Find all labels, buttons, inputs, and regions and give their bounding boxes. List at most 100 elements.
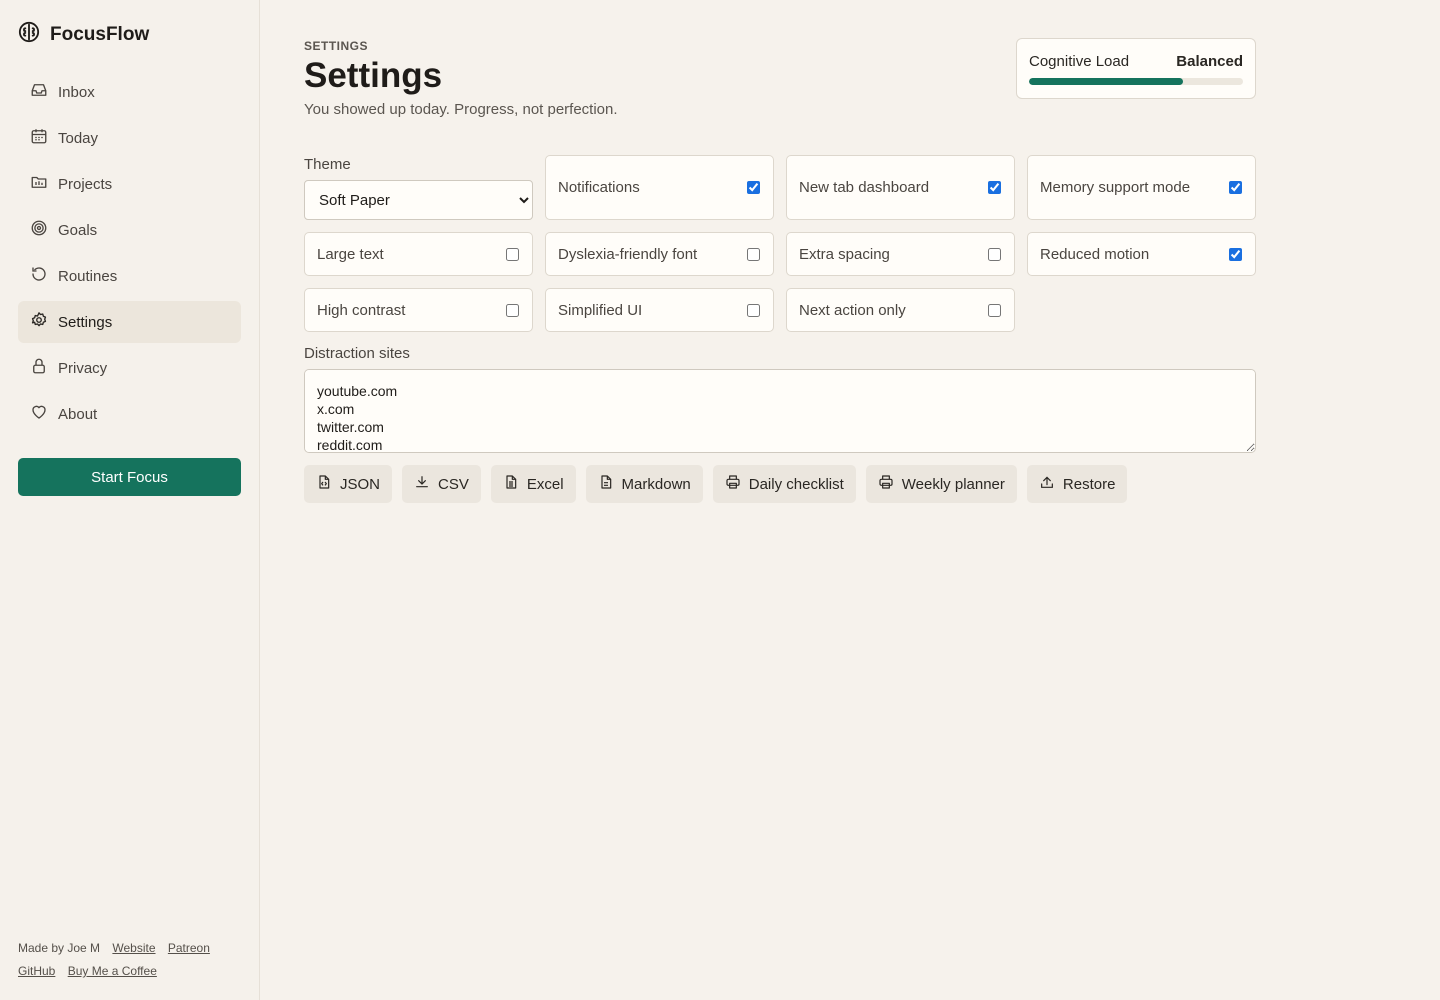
page-eyebrow: SETTINGS [304,39,369,53]
export-excel-button[interactable]: Excel [490,465,576,503]
printer-icon [878,474,894,494]
button-label: Weekly planner [901,475,1005,493]
brand[interactable]: FocusFlow [18,0,241,70]
sidebar-item-label: Routines [58,267,118,285]
option-label: Simplified UI [558,301,643,319]
next-action-only-checkbox[interactable] [988,303,1001,317]
distraction-sites-label: Distraction sites [304,345,410,362]
reduced-motion-checkbox[interactable] [1229,247,1242,261]
download-icon [414,474,430,494]
theme-label: Theme [304,156,351,173]
button-label: JSON [340,475,381,493]
button-label: Daily checklist [748,475,844,493]
sidebar-item-label: Today [58,129,99,147]
simplified-ui-option[interactable]: Simplified UI [545,288,774,332]
option-label: Next action only [799,301,906,319]
sidebar-item-privacy[interactable]: Privacy [18,347,241,389]
next-action-only-option[interactable]: Next action only [786,288,1015,332]
inbox-icon [30,81,48,103]
buy-me-a-coffee-link[interactable]: Buy Me a Coffee [68,964,157,978]
large-text-option[interactable]: Large text [304,232,533,276]
reduced-motion-option[interactable]: Reduced motion [1027,232,1256,276]
option-label: Dyslexia-friendly font [558,245,698,263]
memory-support-mode-option[interactable]: Memory support mode [1027,155,1256,220]
heart-icon [30,403,48,425]
option-label: Extra spacing [799,245,890,263]
sidebar-item-label: Projects [58,175,113,193]
option-label: Notifications [558,179,640,196]
app-name: FocusFlow [50,24,150,45]
high-contrast-checkbox[interactable] [506,303,519,317]
calendar-icon [30,127,48,149]
footer: Made by Joe M Website Patreon GitHub Buy… [18,937,243,983]
sidebar-item-label: Settings [58,313,113,331]
export-csv-button[interactable]: CSV [402,465,481,503]
sidebar-item-label: About [58,405,98,423]
option-label: High contrast [317,301,406,319]
gear-icon [30,311,48,333]
file-text-icon [598,474,614,494]
sidebar-item-today[interactable]: Today [18,117,241,159]
lock-icon [30,357,48,379]
memory-support-mode-checkbox[interactable] [1229,181,1242,194]
target-icon [30,219,48,241]
sidebar-item-about[interactable]: About [18,393,241,435]
option-label: New tab dashboard [799,179,930,196]
theme-select[interactable]: Soft Paper [304,180,533,220]
sidebar-item-goals[interactable]: Goals [18,209,241,251]
cognitive-load-card: Cognitive Load Balanced [1016,38,1256,99]
folder-icon [30,173,48,195]
button-label: Markdown [621,475,691,493]
option-label: Reduced motion [1040,245,1150,263]
restore-button[interactable]: Restore [1026,465,1128,503]
patreon-link[interactable]: Patreon [168,941,210,955]
simplified-ui-checkbox[interactable] [747,303,760,317]
cognitive-load-value: Balanced [1176,53,1243,70]
sidebar-item-projects[interactable]: Projects [18,163,241,205]
print-weekly-planner-button[interactable]: Weekly planner [865,465,1017,503]
sidebar-item-label: Privacy [58,359,108,377]
sidebar-item-label: Inbox [58,83,95,101]
new-tab-dashboard-option[interactable]: New tab dashboard [786,155,1015,220]
history-icon [30,265,48,287]
cognitive-load-bar [1029,78,1243,85]
export-json-button[interactable]: JSON [304,465,393,503]
option-label: Large text [317,245,384,263]
sidebar: FocusFlow Inbox Today Projects Goals Rou… [0,0,260,1000]
print-daily-checklist-button[interactable]: Daily checklist [712,465,856,503]
sidebar-item-settings[interactable]: Settings [18,301,241,343]
page-title: Settings [304,56,443,95]
github-link[interactable]: GitHub [18,964,55,978]
button-label: Restore [1062,475,1116,493]
option-label: Memory support mode [1040,179,1191,196]
distraction-sites-input[interactable] [304,369,1256,453]
start-focus-button[interactable]: Start Focus [18,458,241,496]
notifications-checkbox[interactable] [747,181,760,194]
sidebar-item-routines[interactable]: Routines [18,255,241,297]
high-contrast-option[interactable]: High contrast [304,288,533,332]
file-spreadsheet-icon [503,474,519,494]
button-label: CSV [438,475,469,493]
website-link[interactable]: Website [112,941,155,955]
sidebar-nav: Inbox Today Projects Goals Routines Sett… [18,71,241,435]
dyslexia-font-option[interactable]: Dyslexia-friendly font [545,232,774,276]
export-actions: JSON CSV Excel Markdown Daily checklist … [304,465,1128,503]
cognitive-load-label: Cognitive Load [1029,53,1130,70]
notifications-option[interactable]: Notifications [545,155,774,220]
cognitive-load-bar-fill [1029,78,1184,85]
brain-icon [18,21,40,49]
sidebar-item-inbox[interactable]: Inbox [18,71,241,113]
page-subtitle: You showed up today. Progress, not perfe… [304,101,618,118]
large-text-checkbox[interactable] [506,247,519,261]
made-by: Made by Joe M [18,941,101,955]
sidebar-item-label: Goals [58,221,98,239]
printer-icon [725,474,741,494]
file-code-icon [316,474,332,494]
upload-icon [1039,474,1055,494]
button-label: Excel [526,475,564,493]
extra-spacing-checkbox[interactable] [988,247,1001,261]
extra-spacing-option[interactable]: Extra spacing [786,232,1015,276]
export-markdown-button[interactable]: Markdown [585,465,703,503]
new-tab-dashboard-checkbox[interactable] [988,181,1001,194]
dyslexia-font-checkbox[interactable] [747,247,760,261]
